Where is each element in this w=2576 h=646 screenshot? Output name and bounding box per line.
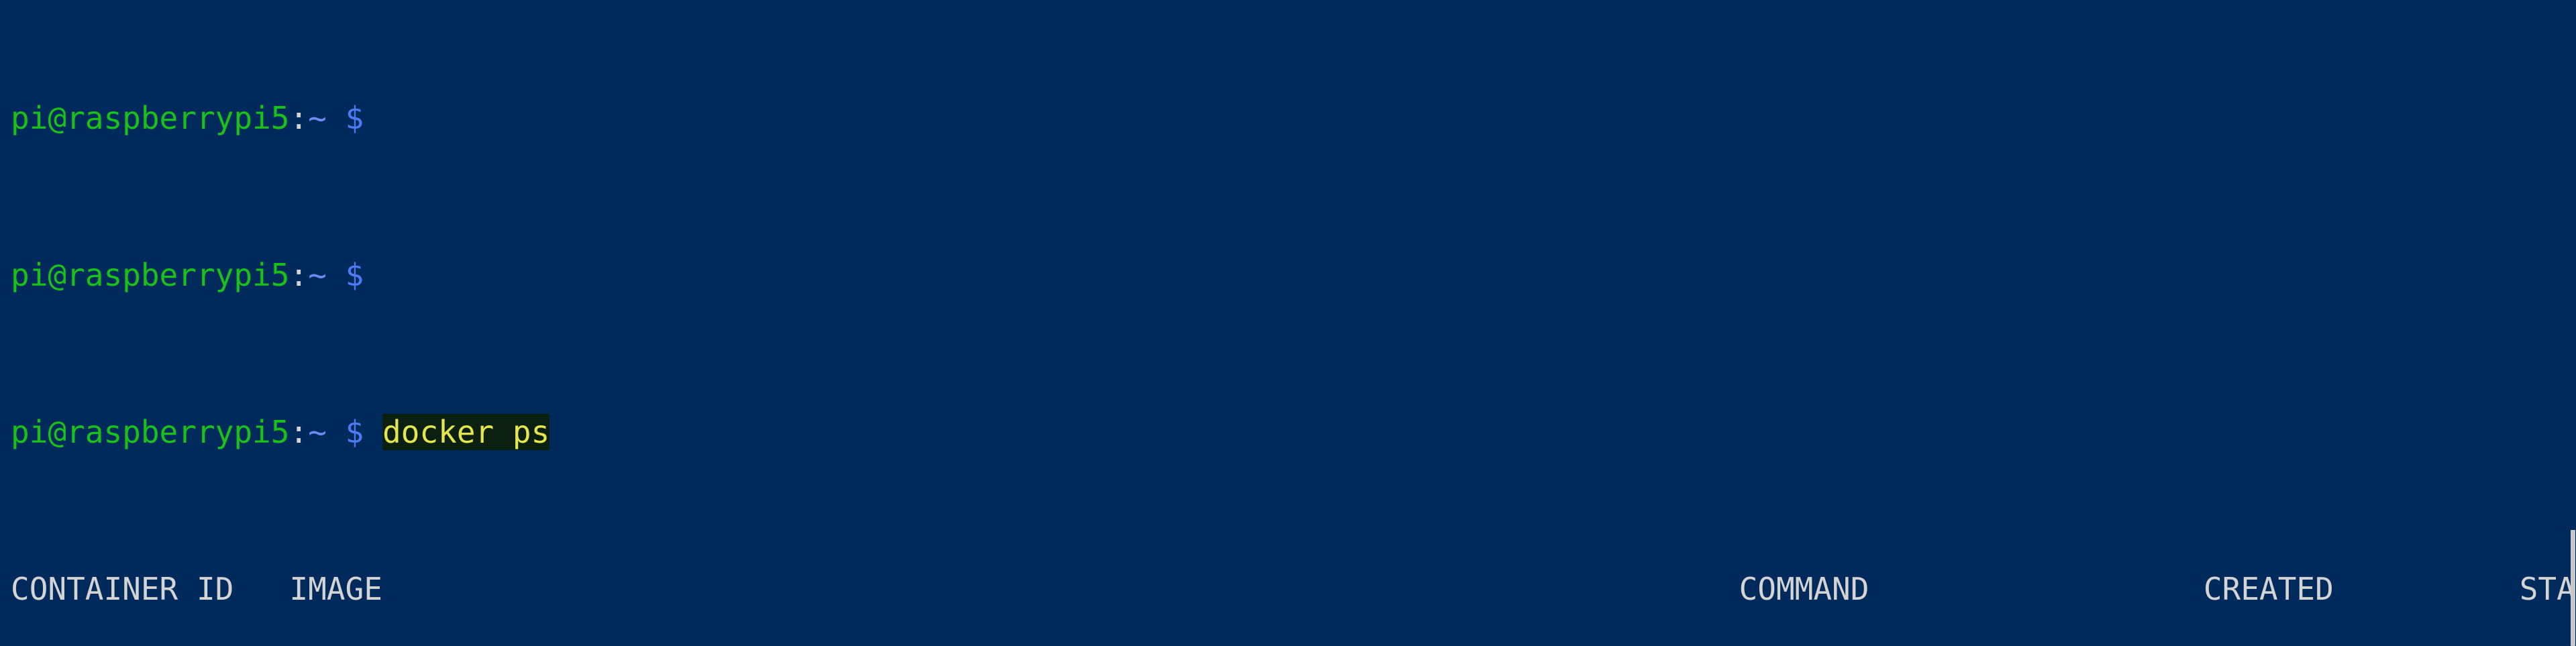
ps-header-text: CONTAINER ID IMAGE COMMAND CREATED STA (11, 570, 2575, 607)
prompt-user-host: pi@raspberrypi5 (11, 413, 290, 450)
prompt-user-host: pi@raspberrypi5 (11, 256, 290, 293)
terminal-line-ps-header-1: CONTAINER ID IMAGE COMMAND CREATED STA (11, 570, 2576, 609)
scrollbar-thumb[interactable] (2571, 530, 2575, 646)
terminal-screen: pi@raspberrypi5:~ $ pi@raspberrypi5:~ $ … (11, 0, 2576, 646)
prompt-dollar: $ (345, 256, 364, 293)
prompt-dollar: $ (345, 413, 364, 450)
prompt-colon: : (289, 256, 309, 293)
prompt-colon: : (289, 99, 309, 136)
prompt-dollar: $ (345, 99, 364, 136)
scrollbar-track[interactable] (2569, 0, 2576, 646)
terminal-line-command-docker-ps: pi@raspberrypi5:~ $ docker ps (11, 413, 2576, 452)
terminal-line-prompt-empty: pi@raspberrypi5:~ $ (11, 256, 2576, 295)
prompt-path: ~ (308, 413, 327, 450)
terminal-window[interactable]: pi@raspberrypi5:~ $ pi@raspberrypi5:~ $ … (0, 0, 2576, 646)
command-text-docker-ps: docker ps (382, 413, 550, 450)
prompt-colon: : (289, 413, 309, 450)
prompt-user-host: pi@raspberrypi5 (11, 99, 290, 136)
terminal-line-prompt-partial: pi@raspberrypi5:~ $ (11, 99, 2576, 138)
prompt-path: ~ (308, 256, 327, 293)
prompt-path: ~ (308, 99, 327, 136)
